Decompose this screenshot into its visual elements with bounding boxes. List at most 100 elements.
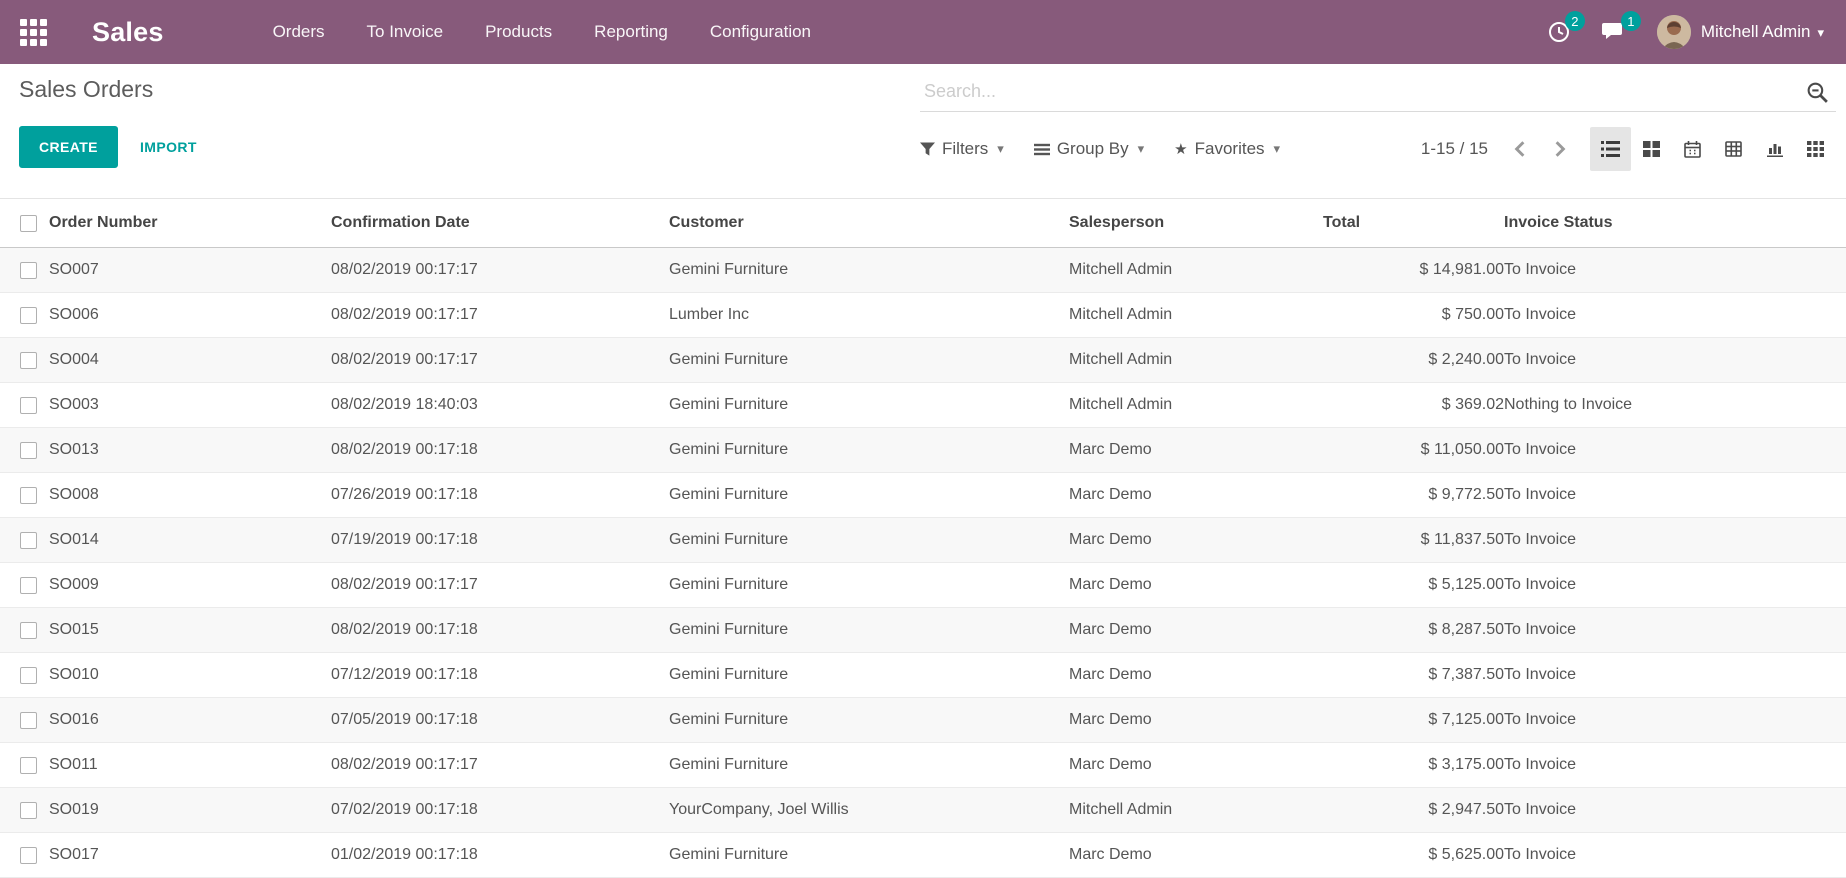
user-menu[interactable]: Mitchell Admin▾ bbox=[1701, 22, 1824, 42]
page-title: Sales Orders bbox=[19, 76, 153, 103]
customer-cell: Gemini Furniture bbox=[669, 248, 1069, 293]
table-row[interactable]: SO013 08/02/2019 00:17:18 Gemini Furnitu… bbox=[0, 428, 1846, 473]
salesperson-cell: Marc Demo bbox=[1069, 653, 1323, 698]
user-avatar[interactable] bbox=[1657, 15, 1691, 49]
import-button[interactable]: IMPORT bbox=[128, 126, 209, 168]
top-menu-item[interactable]: To Invoice bbox=[353, 14, 458, 50]
group-by-dropdown[interactable]: Group By ▾ bbox=[1034, 139, 1144, 159]
salesperson-cell: Mitchell Admin bbox=[1069, 248, 1323, 293]
favorites-dropdown[interactable]: ★ Favorites ▾ bbox=[1174, 139, 1280, 159]
customer-cell: Gemini Furniture bbox=[669, 743, 1069, 788]
table-row[interactable]: SO009 08/02/2019 00:17:17 Gemini Furnitu… bbox=[0, 563, 1846, 608]
calendar-view-button[interactable] bbox=[1672, 127, 1713, 171]
row-checkbox[interactable] bbox=[20, 487, 37, 504]
invoice-status-cell: To Invoice bbox=[1504, 338, 1846, 383]
list-header-row: Order Number Confirmation Date Customer … bbox=[0, 199, 1846, 248]
row-checkbox[interactable] bbox=[20, 577, 37, 594]
table-row[interactable]: SO019 07/02/2019 00:17:18 YourCompany, J… bbox=[0, 788, 1846, 833]
column-header-confirmation-date[interactable]: Confirmation Date bbox=[331, 199, 669, 248]
top-menu: Orders To Invoice Products Reporting Con… bbox=[259, 14, 825, 50]
total-cell: $ 750.00 bbox=[1323, 293, 1504, 338]
select-all-checkbox[interactable] bbox=[20, 215, 37, 232]
total-cell: $ 2,947.50 bbox=[1323, 788, 1504, 833]
row-checkbox[interactable] bbox=[20, 667, 37, 684]
total-cell: $ 5,125.00 bbox=[1323, 563, 1504, 608]
pager-range: 1-15 / 15 bbox=[1421, 139, 1488, 159]
filters-dropdown[interactable]: Filters ▾ bbox=[920, 139, 1004, 159]
column-header-total[interactable]: Total bbox=[1323, 199, 1504, 248]
customer-cell: Gemini Furniture bbox=[669, 518, 1069, 563]
total-cell: $ 7,387.50 bbox=[1323, 653, 1504, 698]
search-input[interactable] bbox=[920, 72, 1836, 112]
top-menu-item[interactable]: Configuration bbox=[696, 14, 825, 50]
confirmation-date-cell: 08/02/2019 00:17:17 bbox=[331, 563, 669, 608]
table-row[interactable]: SO006 08/02/2019 00:17:17 Lumber Inc Mit… bbox=[0, 293, 1846, 338]
row-checkbox[interactable] bbox=[20, 532, 37, 549]
activities-button[interactable]: 2 bbox=[1547, 20, 1571, 44]
row-checkbox[interactable] bbox=[20, 352, 37, 369]
create-button[interactable]: CREATE bbox=[19, 126, 118, 168]
pivot-view-button[interactable] bbox=[1713, 127, 1754, 171]
row-checkbox[interactable] bbox=[20, 712, 37, 729]
filter-toolbar: Filters ▾ Group By ▾ ★ Favorites ▾ 1-15 … bbox=[920, 127, 1836, 171]
column-header-customer[interactable]: Customer bbox=[669, 199, 1069, 248]
row-checkbox[interactable] bbox=[20, 397, 37, 414]
order-number-cell: SO013 bbox=[49, 428, 331, 473]
table-row[interactable]: SO003 08/02/2019 18:40:03 Gemini Furnitu… bbox=[0, 383, 1846, 428]
graph-view-button[interactable] bbox=[1754, 127, 1795, 171]
salesperson-cell: Mitchell Admin bbox=[1069, 338, 1323, 383]
row-checkbox[interactable] bbox=[20, 622, 37, 639]
customer-cell: YourCompany, Joel Willis bbox=[669, 788, 1069, 833]
customer-cell: Gemini Furniture bbox=[669, 473, 1069, 518]
table-row[interactable]: SO011 08/02/2019 00:17:17 Gemini Furnitu… bbox=[0, 743, 1846, 788]
column-header-salesperson[interactable]: Salesperson bbox=[1069, 199, 1323, 248]
list-view-button[interactable] bbox=[1590, 127, 1631, 171]
invoice-status-cell: To Invoice bbox=[1504, 473, 1846, 518]
row-checkbox[interactable] bbox=[20, 307, 37, 324]
salesperson-cell: Marc Demo bbox=[1069, 698, 1323, 743]
row-checkbox[interactable] bbox=[20, 757, 37, 774]
pager-previous-button[interactable] bbox=[1512, 140, 1528, 158]
row-checkbox[interactable] bbox=[20, 262, 37, 279]
table-row[interactable]: SO004 08/02/2019 00:17:17 Gemini Furnitu… bbox=[0, 338, 1846, 383]
search-icon[interactable] bbox=[1805, 80, 1830, 105]
confirmation-date-cell: 08/02/2019 00:17:17 bbox=[331, 293, 669, 338]
user-caret-icon: ▾ bbox=[1817, 25, 1824, 40]
kanban-view-button[interactable] bbox=[1631, 127, 1672, 171]
row-checkbox[interactable] bbox=[20, 802, 37, 819]
table-row[interactable]: SO008 07/26/2019 00:17:18 Gemini Furnitu… bbox=[0, 473, 1846, 518]
apps-menu-icon[interactable] bbox=[20, 19, 47, 46]
top-menu-item[interactable]: Orders bbox=[259, 14, 339, 50]
app-title[interactable]: Sales bbox=[92, 17, 164, 48]
customer-cell: Lumber Inc bbox=[669, 293, 1069, 338]
order-number-cell: SO009 bbox=[49, 563, 331, 608]
table-row[interactable]: SO017 01/02/2019 00:17:18 Gemini Furnitu… bbox=[0, 833, 1846, 878]
total-cell: $ 369.02 bbox=[1323, 383, 1504, 428]
invoice-status-cell: Nothing to Invoice bbox=[1504, 383, 1846, 428]
confirmation-date-cell: 08/02/2019 00:17:18 bbox=[331, 608, 669, 653]
column-header-order-number[interactable]: Order Number bbox=[49, 199, 331, 248]
row-checkbox[interactable] bbox=[20, 847, 37, 864]
row-checkbox[interactable] bbox=[20, 442, 37, 459]
pager-next-button[interactable] bbox=[1552, 140, 1568, 158]
table-row[interactable]: SO016 07/05/2019 00:17:18 Gemini Furnitu… bbox=[0, 698, 1846, 743]
salesperson-cell: Marc Demo bbox=[1069, 563, 1323, 608]
confirmation-date-cell: 08/02/2019 00:17:17 bbox=[331, 248, 669, 293]
table-row[interactable]: SO015 08/02/2019 00:17:18 Gemini Furnitu… bbox=[0, 608, 1846, 653]
salesperson-cell: Marc Demo bbox=[1069, 473, 1323, 518]
messages-button[interactable]: 1 bbox=[1601, 20, 1627, 44]
top-menu-item[interactable]: Products bbox=[471, 14, 566, 50]
column-header-invoice-status[interactable]: Invoice Status bbox=[1504, 199, 1846, 248]
top-menu-item[interactable]: Reporting bbox=[580, 14, 682, 50]
customer-cell: Gemini Furniture bbox=[669, 833, 1069, 878]
order-number-cell: SO010 bbox=[49, 653, 331, 698]
search-bar bbox=[920, 72, 1836, 112]
salesperson-cell: Marc Demo bbox=[1069, 428, 1323, 473]
table-row[interactable]: SO014 07/19/2019 00:17:18 Gemini Furnitu… bbox=[0, 518, 1846, 563]
total-cell: $ 3,175.00 bbox=[1323, 743, 1504, 788]
table-row[interactable]: SO007 08/02/2019 00:17:17 Gemini Furnitu… bbox=[0, 248, 1846, 293]
activity-view-button[interactable] bbox=[1795, 127, 1836, 171]
table-row[interactable]: SO010 07/12/2019 00:17:18 Gemini Furnitu… bbox=[0, 653, 1846, 698]
total-cell: $ 7,125.00 bbox=[1323, 698, 1504, 743]
customer-cell: Gemini Furniture bbox=[669, 653, 1069, 698]
